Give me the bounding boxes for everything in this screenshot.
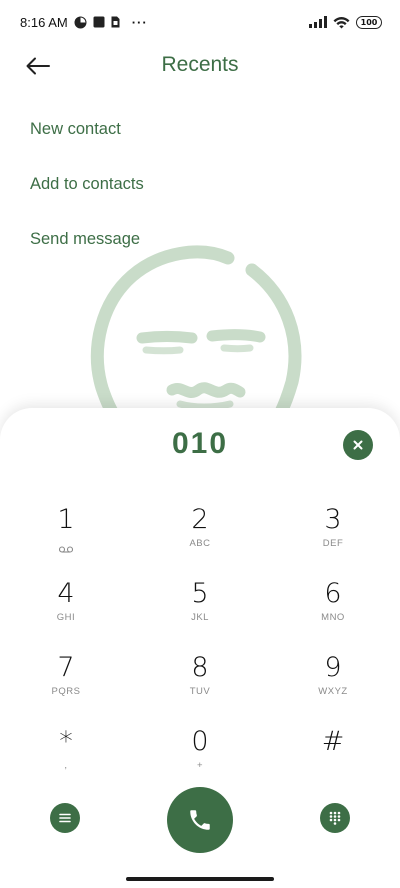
key-letters: MNO	[321, 612, 345, 623]
call-button[interactable]	[167, 787, 233, 853]
key-letters: ABC	[189, 538, 211, 549]
close-icon	[353, 440, 363, 450]
key-digit: 2	[191, 504, 209, 535]
clear-button[interactable]	[343, 430, 373, 460]
key-7[interactable]: 7 PQRS	[21, 652, 111, 716]
dialer-panel: 010 1 2 ABC 3 DEF 4 GHI 5 JKL 6 MNO 7 PQ…	[0, 408, 400, 888]
menu-item-new-contact[interactable]: New contact	[30, 120, 121, 139]
key-letters: TUV	[189, 686, 211, 697]
key-letters: WXYZ	[318, 686, 348, 697]
header: Recents	[0, 44, 400, 90]
key-digit: 3	[324, 504, 342, 535]
key-letters: JKL	[191, 612, 209, 623]
keypad-toggle-button[interactable]	[320, 803, 350, 833]
key-digit: 7	[57, 652, 75, 683]
menu-button[interactable]	[50, 803, 80, 833]
status-more: ···	[131, 14, 148, 30]
sim-card-icon	[111, 16, 120, 28]
key-digit: 5	[191, 578, 209, 609]
home-indicator[interactable]	[126, 877, 274, 881]
battery-icon: 100	[356, 15, 382, 29]
signal-icon	[309, 16, 327, 28]
dialed-number-display: 010	[171, 427, 229, 460]
key-letters: +	[196, 760, 204, 771]
menu-icon	[59, 813, 71, 823]
status-left: 8:16 AM ···	[20, 15, 148, 30]
key-digit: 0	[191, 726, 209, 757]
key-5[interactable]: 5 JKL	[155, 578, 245, 642]
key-digit: 8	[191, 652, 209, 683]
menu-item-add-to-contacts[interactable]: Add to contacts	[30, 175, 144, 194]
key-letters: ,	[64, 760, 68, 771]
key-star[interactable]: * ,	[21, 726, 111, 790]
key-9[interactable]: 9 WXYZ	[288, 652, 378, 716]
key-letters: DEF	[322, 538, 344, 549]
key-2[interactable]: 2 ABC	[155, 504, 245, 568]
key-digit: 6	[324, 578, 342, 609]
app-notification-icon	[74, 16, 87, 29]
status-right: 100	[309, 15, 382, 29]
key-digit: 4	[57, 578, 75, 609]
key-6[interactable]: 6 MNO	[288, 578, 378, 642]
key-digit: 9	[324, 652, 342, 683]
key-8[interactable]: 8 TUV	[155, 652, 245, 716]
key-1[interactable]: 1	[21, 504, 111, 568]
key-4[interactable]: 4 GHI	[21, 578, 111, 642]
page-title: Recents	[161, 53, 239, 76]
key-digit: #	[321, 726, 345, 757]
wifi-icon	[333, 16, 350, 29]
status-bar: 8:16 AM ··· 100	[0, 0, 400, 44]
status-time: 8:16 AM	[20, 14, 68, 30]
key-digit: *	[59, 726, 73, 757]
key-hash[interactable]: #	[288, 726, 378, 790]
key-letters: GHI	[56, 612, 76, 623]
square-notification-icon	[93, 16, 105, 28]
keypad-icon	[329, 811, 341, 825]
key-letters: PQRS	[51, 686, 81, 697]
key-0[interactable]: 0 +	[155, 726, 245, 790]
phone-icon	[187, 807, 213, 833]
key-3[interactable]: 3 DEF	[288, 504, 378, 568]
key-digit: 1	[57, 504, 75, 535]
voicemail-icon	[58, 540, 74, 558]
